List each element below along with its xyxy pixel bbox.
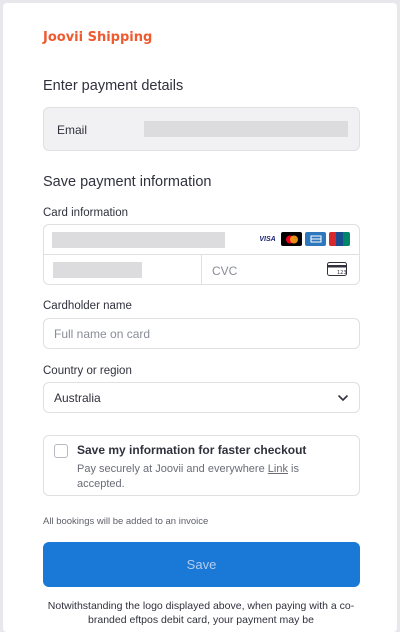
- brand-logo: Joovii Shipping: [43, 30, 153, 45]
- payment-details-heading: Enter payment details: [43, 78, 184, 94]
- card-brand-icons: VISA: [257, 232, 350, 246]
- country-value: Australia: [54, 390, 101, 405]
- amex-icon: [305, 232, 326, 246]
- visa-icon: VISA: [257, 232, 278, 246]
- unionpay-icon: [329, 232, 350, 246]
- email-field: Email: [43, 107, 360, 151]
- invoice-note: All bookings will be added to an invoice: [43, 516, 209, 527]
- save-info-desc-text: Pay securely at Joovii and everywhere: [77, 463, 268, 475]
- save-payment-heading: Save payment information: [43, 174, 212, 190]
- email-label: Email: [57, 123, 88, 137]
- cardholder-name-label: Cardholder name: [43, 300, 132, 312]
- country-label: Country or region: [43, 365, 132, 377]
- card-number-input[interactable]: VISA: [44, 225, 359, 255]
- payment-form: Joovii Shipping Enter payment details Em…: [3, 3, 397, 632]
- chevron-down-icon: [337, 392, 349, 407]
- save-info-option: Save my information for faster checkout …: [43, 435, 360, 496]
- card-number-redacted: [52, 232, 225, 248]
- mastercard-icon: [281, 232, 302, 246]
- email-value-redacted: [144, 121, 348, 137]
- save-button[interactable]: Save: [43, 542, 360, 587]
- card-expiry-redacted: [53, 262, 142, 278]
- cvc-card-icon: 123: [327, 262, 347, 281]
- save-info-title: Save my information for faster checkout: [77, 443, 307, 457]
- svg-text:123: 123: [337, 270, 347, 276]
- footer-disclaimer: Notwithstanding the logo displayed above…: [47, 600, 355, 626]
- card-information-label: Card information: [43, 207, 129, 219]
- cvc-input[interactable]: CVC: [212, 264, 237, 278]
- link-link[interactable]: Link: [268, 463, 288, 475]
- card-information-group: VISA CVC 123: [43, 224, 360, 285]
- country-select[interactable]: Australia: [43, 382, 360, 413]
- save-info-checkbox[interactable]: [54, 444, 68, 458]
- save-info-description: Pay securely at Joovii and everywhere Li…: [77, 462, 347, 492]
- card-expiry-input[interactable]: [44, 255, 202, 285]
- cardholder-name-input[interactable]: [43, 318, 360, 349]
